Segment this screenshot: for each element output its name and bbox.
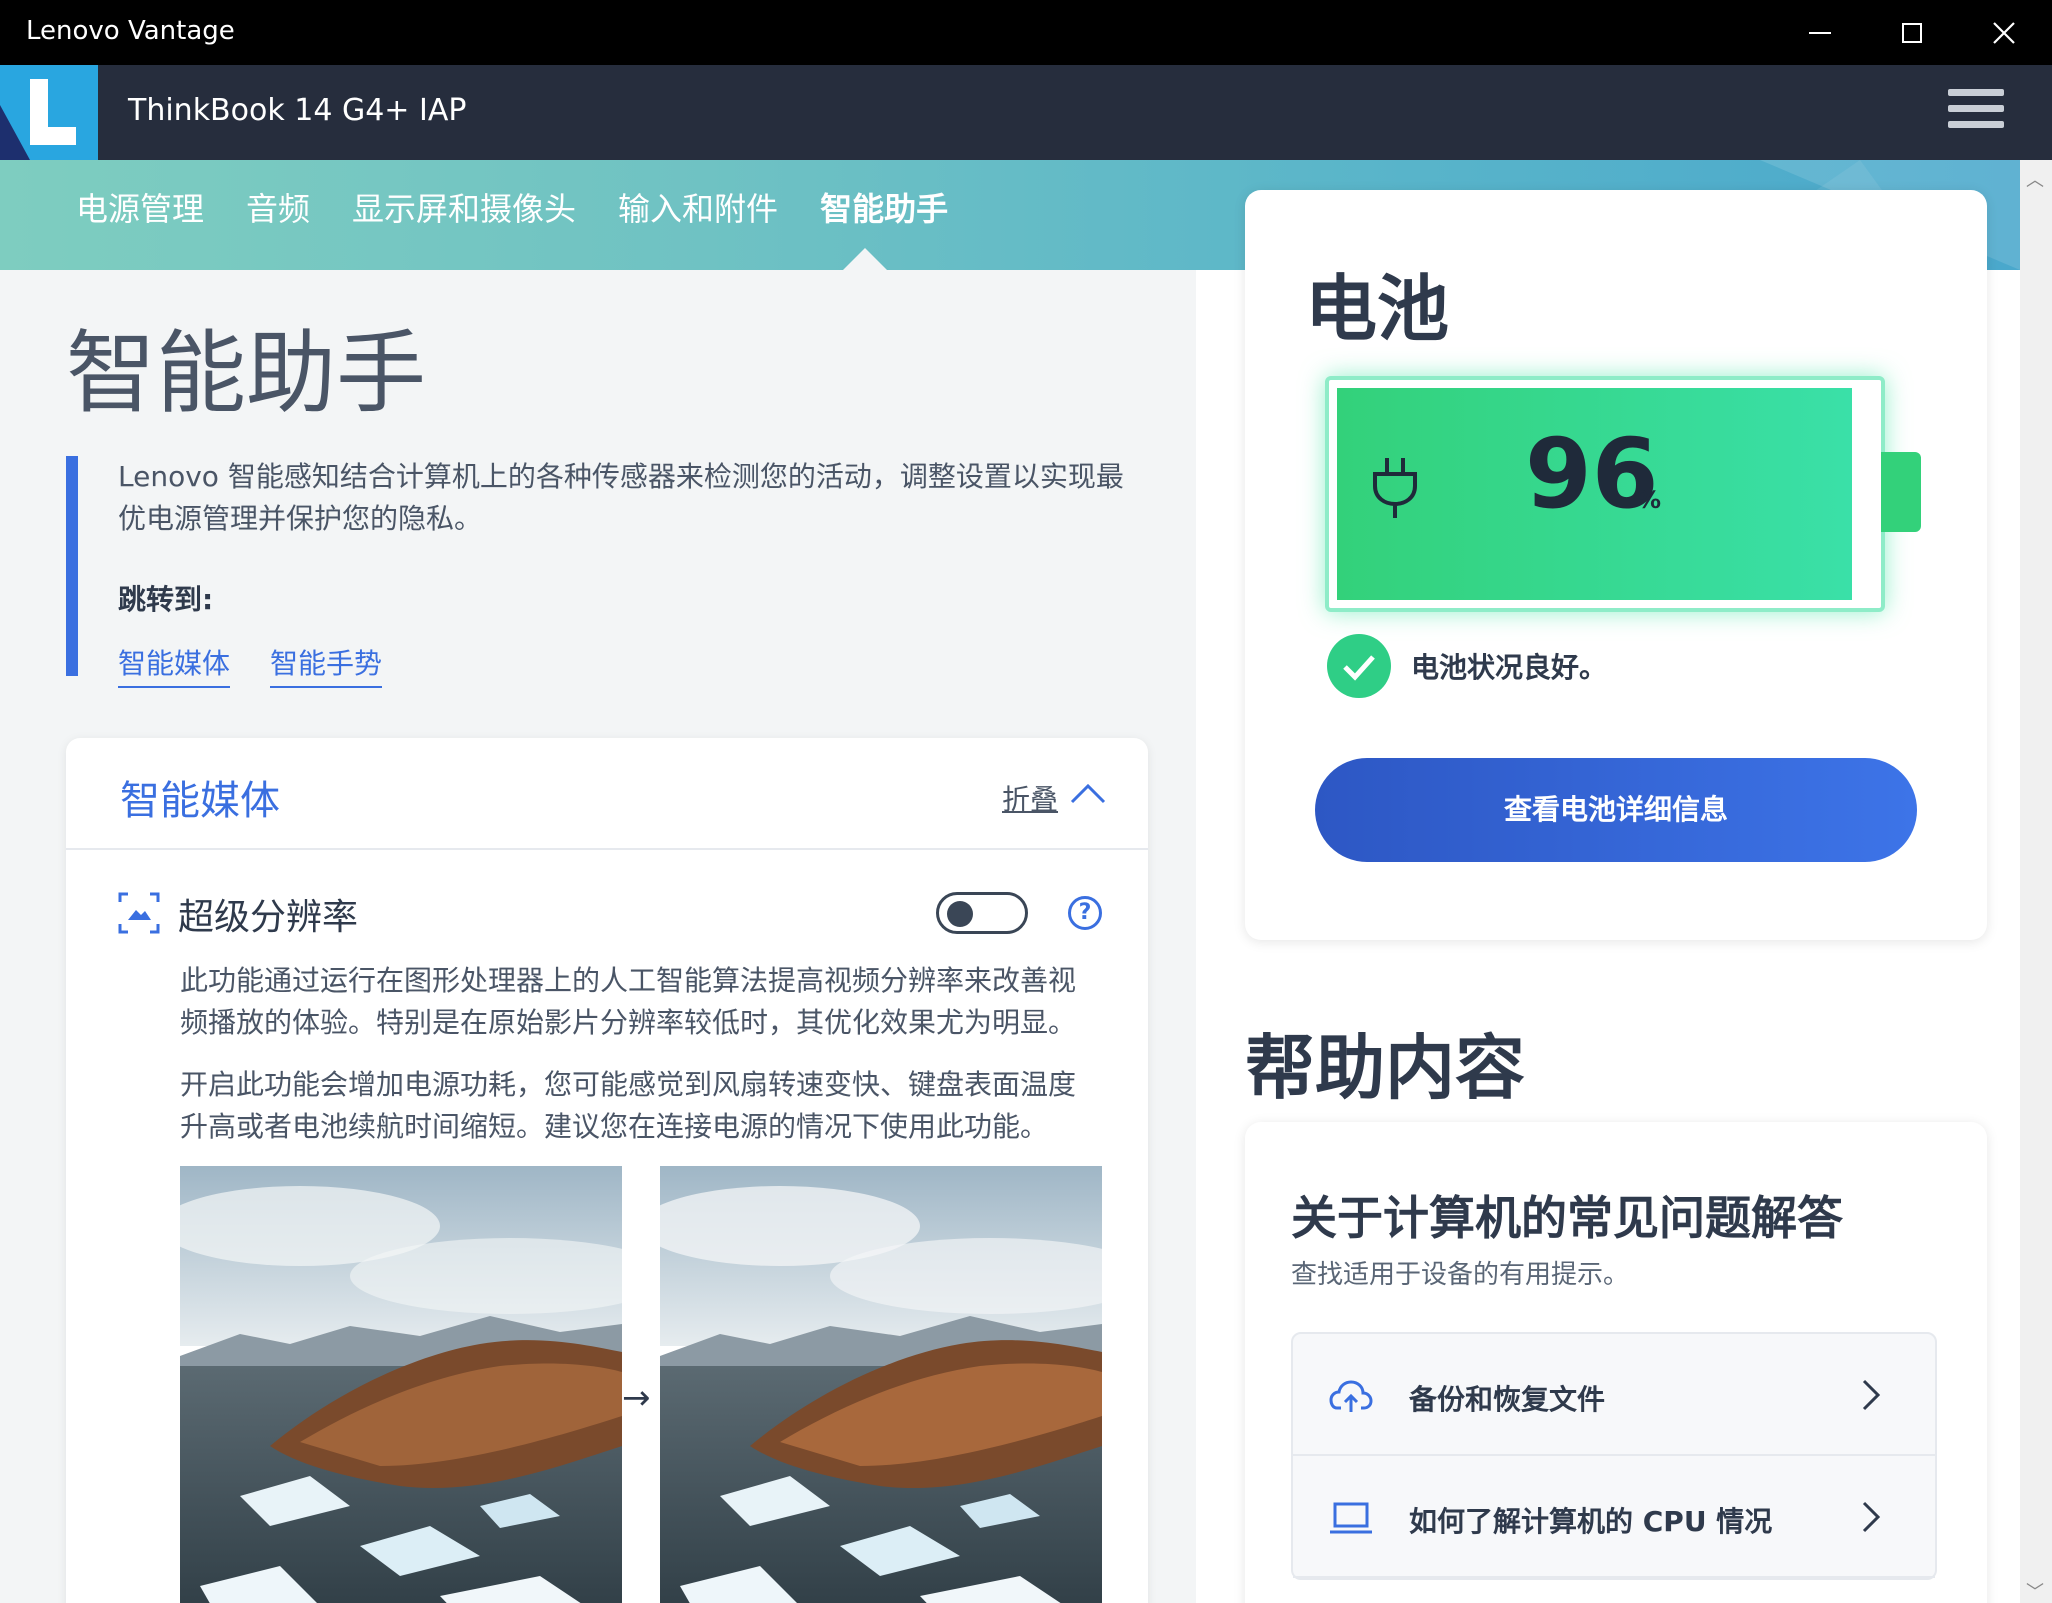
tab-display-camera[interactable]: 显示屏和摄像头 (352, 184, 576, 230)
window-title: Lenovo Vantage (26, 16, 235, 46)
faq-item-cpu[interactable]: 如何了解计算机的 CPU 情况 (1293, 1456, 1935, 1578)
faq-title: 关于计算机的常见问题解答 (1291, 1191, 1843, 1245)
tab-power[interactable]: 电源管理 (76, 184, 204, 230)
super-resolution-icon (118, 892, 160, 934)
jump-label: 跳转到: (118, 583, 214, 616)
lenovo-logo[interactable] (0, 65, 98, 160)
card-title: 智能媒体 (120, 778, 280, 824)
page-title: 智能助手 (66, 321, 426, 426)
sample-image-before (180, 1166, 622, 1603)
minimize-icon (1809, 31, 1831, 34)
feature-description: 此功能通过运行在图形处理器上的人工智能算法提高视频分辨率来改善视频播放的体验。特… (180, 964, 1077, 1039)
scroll-down-icon[interactable]: ﹀ (2026, 1578, 2044, 1603)
active-tab-pointer (843, 248, 887, 270)
intro-text: Lenovo 智能感知结合计算机上的各种传感器来检测您的活动，调整设置以实现最优… (118, 460, 1124, 535)
plug-icon (1373, 458, 1417, 518)
battery-title: 电池 (1305, 267, 1450, 351)
nav-tabs: 电源管理 音频 显示屏和摄像头 输入和附件 智能助手 (76, 184, 948, 230)
close-icon (1993, 21, 2015, 44)
intro-block: Lenovo 智能感知结合计算机上的各种传感器来检测您的活动，调整设置以实现最优… (66, 456, 1124, 688)
title-bar: Lenovo Vantage (0, 0, 2052, 65)
scrollbar[interactable] (2020, 160, 2052, 1603)
chevron-up-icon[interactable] (1070, 782, 1106, 806)
faq-item-backup[interactable]: 备份和恢复文件 (1293, 1334, 1935, 1456)
jump-link-smart-media[interactable]: 智能媒体 (118, 642, 231, 688)
faq-card: 关于计算机的常见问题解答 查找适用于设备的有用提示。 备份和恢复文件 如何了解计… (1245, 1122, 1987, 1603)
maximize-button[interactable] (1866, 0, 1958, 65)
jump-link-smart-gesture[interactable]: 智能手势 (270, 642, 383, 688)
check-icon (1327, 634, 1391, 698)
app-window: Lenovo Vantage ThinkBook 14 G4+ IAP 电源管理… (0, 0, 2052, 1603)
arrow-right-icon: → (622, 1378, 651, 1418)
toggle-knob (947, 901, 973, 927)
help-icon[interactable]: ? (1068, 896, 1102, 930)
chevron-right-icon (1862, 1379, 1881, 1411)
battery-status: 电池状况良好。 (1411, 651, 1608, 684)
faq-subtitle: 查找适用于设备的有用提示。 (1291, 1260, 1630, 1290)
minimize-button[interactable] (1774, 0, 1866, 65)
smart-media-card: 智能媒体 折叠 超级分辨率 ? 此功能通过运行在图形处理器上的人工智能算法提高视… (66, 738, 1148, 1603)
jump-links: 智能媒体 智能手势 (118, 642, 1116, 688)
battery-card: 电池 96 % 电池状况良好。 查看电池详细信息 (1245, 190, 1987, 940)
cloud-upload-icon (1329, 1380, 1373, 1412)
battery-details-button[interactable]: 查看电池详细信息 (1315, 758, 1917, 862)
menu-icon[interactable] (1948, 89, 2004, 137)
help-title: 帮助内容 (1245, 1027, 1525, 1109)
device-model: ThinkBook 14 G4+ IAP (128, 93, 467, 128)
feature-title: 超级分辨率 (178, 897, 359, 938)
battery-percent-unit: % (1637, 486, 1662, 514)
laptop-icon (1330, 1502, 1372, 1534)
app-header: ThinkBook 14 G4+ IAP (0, 65, 2052, 160)
faq-list: 备份和恢复文件 如何了解计算机的 CPU 情况 (1291, 1332, 1937, 1580)
tab-smart-assist[interactable]: 智能助手 (820, 184, 948, 230)
maximize-icon (1902, 22, 1922, 43)
card-divider (66, 848, 1148, 850)
tab-input-accessories[interactable]: 输入和附件 (618, 184, 778, 230)
faq-item-label: 备份和恢复文件 (1409, 1383, 1606, 1416)
feature-warning: 开启此功能会增加电源功耗，您可能感觉到风扇转速变快、键盘表面温度升高或者电池续航… (180, 1068, 1077, 1143)
battery-tip (1881, 452, 1921, 532)
scroll-up-icon[interactable]: ︿ (2026, 166, 2044, 192)
tab-audio[interactable]: 音频 (246, 184, 310, 230)
faq-item-label: 如何了解计算机的 CPU 情况 (1409, 1505, 1773, 1538)
super-resolution-toggle[interactable] (936, 892, 1028, 934)
collapse-button[interactable]: 折叠 (1002, 778, 1058, 818)
sample-image-after (660, 1166, 1102, 1603)
chevron-right-icon (1862, 1501, 1881, 1533)
close-button[interactable] (1958, 0, 2050, 65)
